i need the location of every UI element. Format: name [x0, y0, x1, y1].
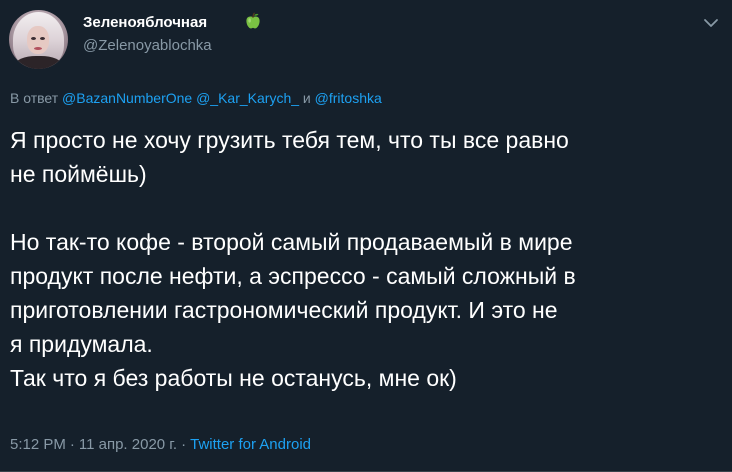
reply-context: В ответ @BazanNumberOne @_Kar_Karych_ и …: [10, 90, 382, 106]
tweet-time[interactable]: 5:12 PM: [10, 436, 66, 453]
avatar-shoulders: [15, 56, 62, 69]
tweet-paragraph: Но так-то кофе - второй самый продаваемы…: [10, 229, 576, 391]
mention-link[interactable]: @BazanNumberOne: [62, 90, 192, 106]
mention-link[interactable]: @_Kar_Karych_: [196, 90, 299, 106]
tweet-card: Зеленояблочная @Zelenoyablochka В ответ …: [0, 0, 732, 472]
green-apple-icon: [246, 12, 260, 29]
tweet-meta: 5:12 PM · 11 апр. 2020 г. · Twitter for Andr…: [10, 436, 311, 453]
author-display-name[interactable]: Зеленояблочная: [83, 14, 207, 31]
reply-conjunction: и: [302, 90, 311, 106]
tweet-date[interactable]: 11 апр. 2020 г.: [79, 436, 177, 453]
avatar-eye-left: [31, 37, 36, 40]
avatar-lips: [34, 47, 42, 50]
reply-prefix: В ответ: [10, 90, 59, 106]
avatar-eye-right: [40, 37, 45, 40]
chevron-down-icon[interactable]: [700, 12, 722, 34]
tweet-paragraph: Я просто не хочу грузить тебя тем, что т…: [10, 127, 569, 187]
tweet-source-link[interactable]: Twitter for Android: [190, 436, 311, 453]
author-handle[interactable]: @Zelenoyablochka: [83, 37, 212, 54]
meta-separator: ·: [69, 436, 75, 453]
mention-link[interactable]: @fritoshka: [315, 90, 382, 106]
tweet-text: Я просто не хочу грузить тебя тем, что т…: [10, 123, 722, 395]
meta-separator: ·: [181, 436, 187, 453]
avatar[interactable]: [9, 10, 68, 69]
